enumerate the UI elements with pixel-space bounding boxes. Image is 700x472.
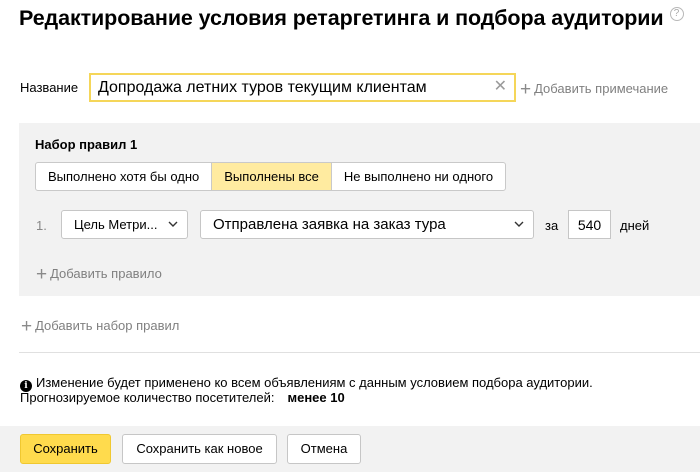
add-ruleset-button[interactable]: + Добавить набор правил <box>21 316 179 338</box>
days-label: дней <box>620 218 650 233</box>
days-field[interactable] <box>568 210 611 239</box>
chevron-down-icon <box>514 221 524 227</box>
cancel-button[interactable]: Отмена <box>287 434 361 464</box>
plus-icon: + <box>21 316 33 337</box>
for-label: за <box>545 218 559 233</box>
add-rule-label: Добавить правило <box>50 266 162 281</box>
add-note-label: Добавить примечание <box>534 81 669 96</box>
segment-at-least-one[interactable]: Выполнено хотя бы одно <box>36 163 213 190</box>
add-note-button[interactable]: + Добавить примечание <box>520 79 668 101</box>
page-title: Редактирование условия ретаргетинга и по… <box>19 6 684 31</box>
forecast-label: Прогнозируемое количество посетителей: <box>20 390 275 405</box>
plus-icon: + <box>520 79 532 100</box>
goal-event-value: Отправлена заявка на заказ тура <box>213 216 446 233</box>
plus-icon: + <box>36 264 48 285</box>
chevron-down-icon <box>168 221 178 227</box>
clear-icon[interactable]: ✕ <box>494 79 507 95</box>
add-rule-button[interactable]: + Добавить правило <box>36 264 162 286</box>
days-input[interactable] <box>569 211 610 238</box>
ruleset-title: Набор правил 1 <box>35 137 138 152</box>
add-ruleset-label: Добавить набор правил <box>35 318 180 333</box>
help-icon[interactable]: ? <box>669 7 684 21</box>
goal-type-select[interactable]: Цель Метри... <box>61 210 188 239</box>
name-field[interactable]: ✕ <box>89 73 516 102</box>
page-title-text: Редактирование условия ретаргетинга и по… <box>19 6 664 30</box>
forecast-value: менее 10 <box>287 390 345 405</box>
footer-bar: Сохранить Сохранить как новое Отмена <box>0 426 700 472</box>
name-label: Название <box>20 80 79 95</box>
info-text: Изменение будет применено ко всем объявл… <box>36 375 593 390</box>
divider <box>19 352 700 353</box>
segment-none[interactable]: Не выполнено ни одного <box>332 163 505 190</box>
goal-event-select[interactable]: Отправлена заявка на заказ тура <box>200 210 534 239</box>
name-input[interactable] <box>91 75 486 100</box>
save-as-new-button[interactable]: Сохранить как новое <box>122 434 277 464</box>
segment-all[interactable]: Выполнены все <box>212 163 332 190</box>
match-mode-segmented-control: Выполнено хотя бы одно Выполнены все Не … <box>35 162 507 191</box>
ruleset-panel: Набор правил 1 Выполнено хотя бы одно Вы… <box>19 123 700 296</box>
forecast: Прогнозируемое количество посетителей: ме… <box>20 390 345 405</box>
goal-type-value: Цель Метри... <box>74 217 158 232</box>
rule-number: 1. <box>36 218 47 233</box>
save-button[interactable]: Сохранить <box>20 434 111 464</box>
